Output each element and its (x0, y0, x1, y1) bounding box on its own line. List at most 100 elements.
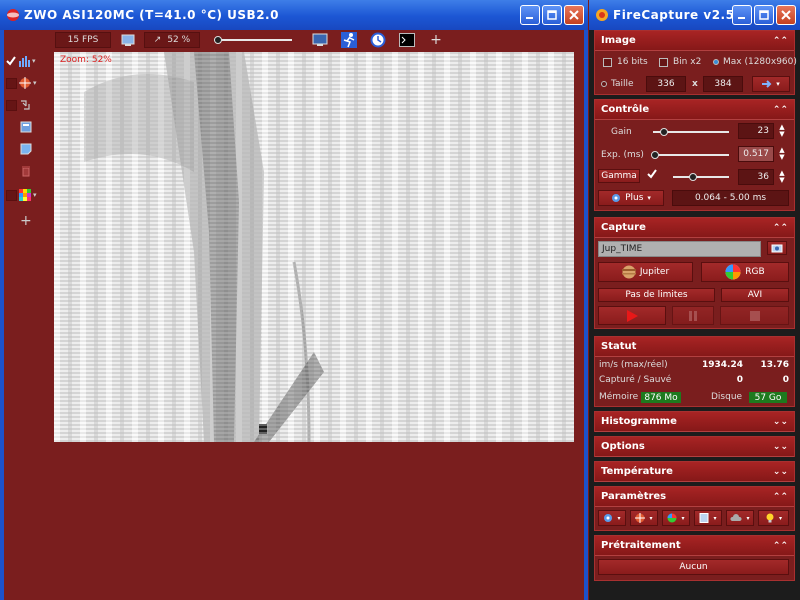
zoom-slider[interactable] (213, 36, 292, 44)
gamma-input[interactable]: 36 (738, 169, 774, 185)
collapse-icon[interactable]: ⌃⌃ (773, 105, 788, 115)
object-button[interactable]: Jupiter (598, 262, 693, 282)
maximize-button[interactable] (754, 5, 774, 25)
apply-size-button[interactable]: ▾ (752, 76, 790, 92)
terminal-icon[interactable] (399, 32, 415, 48)
collapse-icon[interactable]: ⌃⌃ (773, 223, 788, 233)
max-resolution-radio[interactable] (713, 59, 719, 65)
custom-size-radio[interactable] (601, 81, 607, 87)
gain-slider[interactable] (653, 128, 729, 136)
16-bits-checkbox[interactable] (603, 58, 612, 67)
color-param-button[interactable]: ▾ (662, 510, 690, 526)
more-button[interactable]: Plus ▾ (598, 190, 664, 206)
firecapture-titlebar[interactable]: FireCapture v2.5.07... (589, 0, 800, 30)
minimize-button[interactable] (520, 5, 540, 25)
gain-slider-knob[interactable] (660, 128, 669, 136)
live-image-view[interactable]: Zoom: 52% (54, 52, 574, 442)
trash-icon (22, 166, 30, 177)
control-panel-title: Contrôle (601, 104, 650, 115)
fps-label: im/s (max/réel) (599, 360, 668, 370)
histogram-panel-header[interactable]: Histogramme ⌄⌄ (595, 412, 794, 432)
bin-x2-checkbox[interactable] (659, 58, 668, 67)
width-input[interactable]: 336 (646, 76, 686, 92)
minimize-button[interactable] (732, 5, 752, 25)
grid-checkbox[interactable] (6, 189, 17, 201)
maximize-button[interactable] (542, 5, 562, 25)
gamma-slider-knob[interactable] (689, 173, 698, 181)
weather-param-button[interactable]: ▾ (726, 510, 754, 526)
color-grid-icon (19, 189, 31, 201)
flip-tool[interactable] (6, 96, 46, 114)
crosshair-param-button[interactable]: ▾ (630, 510, 658, 526)
capture-panel-header[interactable]: Capture ⌃⌃ (595, 218, 794, 238)
more-label: Plus (625, 193, 644, 203)
settings-param-button[interactable]: ▾ (598, 510, 626, 526)
grid-tool[interactable]: ▾ (6, 186, 46, 204)
collapse-icon[interactable]: ⌃⌃ (773, 492, 788, 502)
display-icon[interactable] (312, 32, 328, 48)
options-panel-header[interactable]: Options ⌄⌄ (595, 437, 794, 457)
collapse-icon[interactable]: ⌃⌃ (773, 541, 788, 551)
exposure-range: 0.064 - 5.00 ms (672, 190, 789, 206)
histogram-panel: Histogramme ⌄⌄ (594, 411, 795, 432)
gamma-spinner[interactable]: ▲ ▼ (776, 169, 788, 185)
dropdown-arrow-icon: ▾ (617, 514, 621, 522)
zoom-slider-knob[interactable] (213, 36, 222, 44)
gain-input[interactable]: 23 (738, 123, 774, 139)
snapshot-button[interactable] (767, 241, 787, 255)
status-panel-header[interactable]: Statut (595, 337, 794, 357)
run-icon[interactable] (341, 32, 357, 48)
add-tool-icon[interactable]: + (6, 212, 46, 230)
exposure-slider[interactable] (650, 151, 729, 159)
exposure-slider-knob[interactable] (650, 151, 659, 159)
gamma-check-icon[interactable] (647, 169, 657, 179)
exposure-input[interactable]: 0.517 (738, 146, 774, 162)
gamma-slider[interactable] (673, 173, 729, 181)
expand-icon[interactable]: ⌄⌄ (773, 442, 788, 452)
add-icon[interactable]: + (428, 32, 444, 48)
stop-capture-button[interactable] (720, 306, 789, 325)
color-mode-button[interactable]: RGB (701, 262, 789, 282)
image-panel-title: Image (601, 35, 636, 46)
gain-spinner[interactable]: ▲ ▼ (776, 123, 788, 139)
trash-tool[interactable] (6, 162, 46, 180)
start-capture-button[interactable] (598, 306, 666, 325)
histogram-tool[interactable]: ▾ (6, 52, 46, 70)
crosshair-tool[interactable]: ▾ (6, 74, 46, 92)
screenshot-icon[interactable] (120, 32, 136, 48)
pause-capture-button[interactable] (672, 306, 714, 325)
calculator-tool[interactable] (6, 118, 46, 136)
control-panel-header[interactable]: Contrôle ⌃⌃ (595, 100, 794, 120)
close-button[interactable] (776, 5, 796, 25)
filename-input[interactable]: Jup_TIME (598, 241, 761, 257)
camera-titlebar[interactable]: ZWO ASI120MC (T=41.0 °C) USB2.0 (0, 0, 588, 30)
notes-tool[interactable] (6, 140, 46, 158)
dropdown-arrow-icon: ▾ (32, 57, 36, 65)
options-panel: Options ⌄⌄ (594, 436, 795, 457)
params-panel-header[interactable]: Paramètres ⌃⌃ (595, 487, 794, 507)
close-button[interactable] (564, 5, 584, 25)
expand-icon[interactable]: ⌄⌄ (773, 417, 788, 427)
spin-down-icon[interactable]: ▼ (779, 177, 784, 184)
history-icon[interactable] (370, 32, 386, 48)
file-param-button[interactable]: ▾ (694, 510, 722, 526)
collapse-icon[interactable]: ⌃⌃ (773, 36, 788, 46)
exposure-spinner[interactable]: ▲ ▼ (776, 146, 788, 162)
preprocess-panel-header[interactable]: Prétraitement ⌃⌃ (595, 536, 794, 556)
gamma-button[interactable]: Gamma (598, 169, 640, 183)
format-button[interactable]: AVI (721, 288, 789, 302)
preprocess-select[interactable]: Aucun (598, 559, 789, 575)
spin-down-icon[interactable]: ▼ (779, 154, 784, 161)
temperature-panel-header[interactable]: Température ⌄⌄ (595, 462, 794, 482)
limit-button[interactable]: Pas de limites (598, 288, 715, 302)
height-input[interactable]: 384 (703, 76, 743, 92)
crosshair-checkbox[interactable] (6, 77, 17, 89)
spin-down-icon[interactable]: ▼ (779, 131, 784, 138)
light-param-button[interactable]: ▾ (758, 510, 789, 526)
expand-icon[interactable]: ⌄⌄ (773, 467, 788, 477)
flip-checkbox[interactable] (6, 99, 17, 111)
crosshair-icon (19, 77, 31, 89)
temperature-panel: Température ⌄⌄ (594, 461, 795, 482)
firecapture-window: FireCapture v2.5.07... Image ⌃⌃ 16 bits … (589, 0, 800, 600)
image-panel-header[interactable]: Image ⌃⌃ (595, 31, 794, 51)
